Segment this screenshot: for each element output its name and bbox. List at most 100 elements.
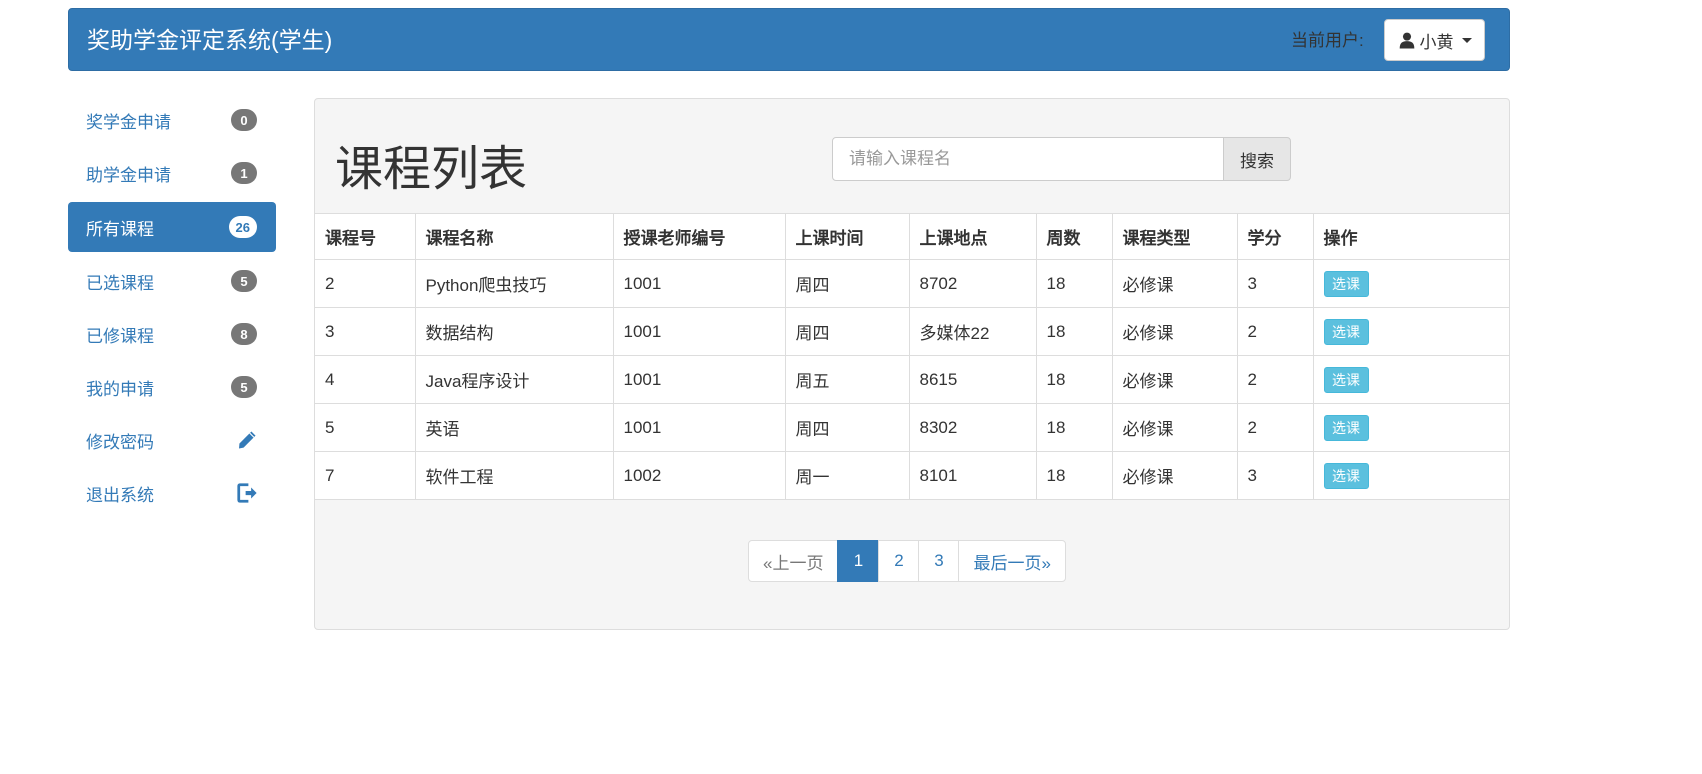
- logout-icon: [237, 483, 257, 503]
- search-input[interactable]: [832, 137, 1224, 181]
- sidebar-item-logout[interactable]: 退出系统: [68, 469, 276, 517]
- table-row: 7 软件工程 1002 周一 8101 18 必修课 3 选课: [315, 451, 1509, 500]
- table-row: 3 数据结构 1001 周四 多媒体22 18 必修课 2 选课: [315, 307, 1509, 356]
- current-user-label: 当前用户:: [1291, 31, 1364, 50]
- table-cell: 必修课: [1111, 403, 1238, 452]
- count-badge: 0: [231, 109, 257, 131]
- top-navbar: 奖助学金评定系统(学生) 当前用户: 小黄: [68, 8, 1510, 71]
- select-course-button[interactable]: 选课: [1323, 366, 1369, 393]
- sidebar-item-change-password[interactable]: 修改密码: [68, 416, 276, 464]
- table-cell: 必修课: [1111, 355, 1238, 404]
- table-cell: 周四: [784, 307, 910, 356]
- table-cell: 5: [315, 403, 416, 452]
- table-cell: 4: [315, 355, 416, 404]
- column-header: 周数: [1035, 213, 1113, 260]
- user-name: 小黄: [1419, 32, 1454, 52]
- table-cell: 必修课: [1111, 307, 1238, 356]
- table-cell: 选课: [1312, 451, 1509, 500]
- prev-page-link[interactable]: «上一页: [748, 540, 839, 582]
- table-header-row: 课程号 课程名称 授课老师编号 上课时间 上课地点 周数 课程类型 学分 操作: [315, 213, 1509, 260]
- column-header: 课程号: [315, 213, 416, 260]
- page-link-3[interactable]: 3: [918, 540, 960, 582]
- table-cell: 选课: [1312, 259, 1509, 308]
- table-cell: 英语: [414, 403, 614, 452]
- column-header: 课程名称: [414, 213, 614, 260]
- column-header: 授课老师编号: [612, 213, 786, 260]
- sidebar-item-label: 奖学金申请: [86, 112, 171, 132]
- table-cell: 2: [1236, 403, 1314, 452]
- table-cell: 2: [315, 259, 416, 308]
- table-cell: 周四: [784, 403, 910, 452]
- table-cell: 18: [1035, 259, 1113, 308]
- column-header: 操作: [1312, 213, 1509, 260]
- table-cell: 选课: [1312, 307, 1509, 356]
- table-cell: 1002: [612, 451, 786, 500]
- table-cell: 软件工程: [414, 451, 614, 500]
- sidebar-item-my-applications[interactable]: 我的申请 5: [68, 363, 276, 411]
- last-page-link[interactable]: 最后一页»: [958, 540, 1066, 582]
- sidebar-item-label: 退出系统: [86, 485, 154, 505]
- page-link-2[interactable]: 2: [878, 540, 920, 582]
- select-course-button[interactable]: 选课: [1323, 270, 1369, 297]
- select-course-button[interactable]: 选课: [1323, 414, 1369, 441]
- pencil-icon: [239, 431, 256, 449]
- column-header: 学分: [1236, 213, 1314, 260]
- count-badge: 1: [231, 162, 257, 184]
- table-cell: 多媒体22: [908, 307, 1037, 356]
- pagination: «上一页 1 2 3 最后一页»: [748, 540, 1066, 582]
- column-header: 课程类型: [1111, 213, 1238, 260]
- search-button[interactable]: 搜索: [1223, 137, 1291, 181]
- table-cell: 3: [315, 307, 416, 356]
- sidebar-nav: 奖学金申请 0 助学金申请 1 所有课程 26 已选课程 5 已修课程 8 我的…: [68, 96, 276, 522]
- table-cell: 必修课: [1111, 259, 1238, 308]
- sidebar-item-grant-apply[interactable]: 助学金申请 1: [68, 149, 276, 197]
- table-cell: 数据结构: [414, 307, 614, 356]
- table-row: 5 英语 1001 周四 8302 18 必修课 2 选课: [315, 403, 1509, 452]
- count-badge: 26: [228, 216, 257, 238]
- table-cell: 1001: [612, 403, 786, 452]
- table-cell: Java程序设计: [414, 355, 614, 404]
- table-cell: 周五: [784, 355, 910, 404]
- sidebar-item-label: 已修课程: [86, 326, 154, 346]
- sidebar-item-label: 修改密码: [86, 432, 154, 452]
- sidebar-item-label: 所有课程: [86, 219, 154, 239]
- table-cell: 8615: [908, 355, 1037, 404]
- table-cell: 2: [1236, 307, 1314, 356]
- table-cell: 2: [1236, 355, 1314, 404]
- table-cell: Python爬虫技巧: [414, 259, 614, 308]
- sidebar-item-completed-courses[interactable]: 已修课程 8: [68, 310, 276, 358]
- count-badge: 5: [231, 270, 257, 292]
- count-badge: 8: [231, 323, 257, 345]
- sidebar-item-scholarship-apply[interactable]: 奖学金申请 0: [68, 96, 276, 144]
- table-cell: 18: [1035, 451, 1113, 500]
- select-course-button[interactable]: 选课: [1323, 318, 1369, 345]
- course-list-panel: 课程列表 搜索 课程号 课程名称 授课老师编号 上课时间 上课地点 周数 课程类…: [314, 98, 1510, 630]
- table-cell: 3: [1236, 259, 1314, 308]
- select-course-button[interactable]: 选课: [1323, 462, 1369, 489]
- table-cell: 周一: [784, 451, 910, 500]
- table-cell: 18: [1035, 355, 1113, 404]
- table-cell: 1001: [612, 259, 786, 308]
- sidebar-item-all-courses[interactable]: 所有课程 26: [68, 202, 276, 252]
- table-cell: 周四: [784, 259, 910, 308]
- sidebar-item-label: 我的申请: [86, 379, 154, 399]
- count-badge: 5: [231, 376, 257, 398]
- table-cell: 18: [1035, 403, 1113, 452]
- table-cell: 7: [315, 451, 416, 500]
- table-cell: 必修课: [1111, 451, 1238, 500]
- column-header: 上课地点: [908, 213, 1037, 260]
- user-icon: [1399, 32, 1414, 49]
- page-link-1[interactable]: 1: [837, 540, 880, 582]
- table-cell: 1001: [612, 307, 786, 356]
- table-cell: 8302: [908, 403, 1037, 452]
- table-cell: 18: [1035, 307, 1113, 356]
- table-cell: 3: [1236, 451, 1314, 500]
- sidebar-item-selected-courses[interactable]: 已选课程 5: [68, 257, 276, 305]
- sidebar-item-label: 助学金申请: [86, 165, 171, 185]
- app-title[interactable]: 奖助学金评定系统(学生): [87, 9, 332, 72]
- user-menu-button[interactable]: 小黄: [1384, 19, 1485, 61]
- table-row: 4 Java程序设计 1001 周五 8615 18 必修课 2 选课: [315, 355, 1509, 404]
- page-title: 课程列表: [335, 143, 528, 196]
- table-row: 2 Python爬虫技巧 1001 周四 8702 18 必修课 3 选课: [315, 259, 1509, 308]
- table-cell: 8702: [908, 259, 1037, 308]
